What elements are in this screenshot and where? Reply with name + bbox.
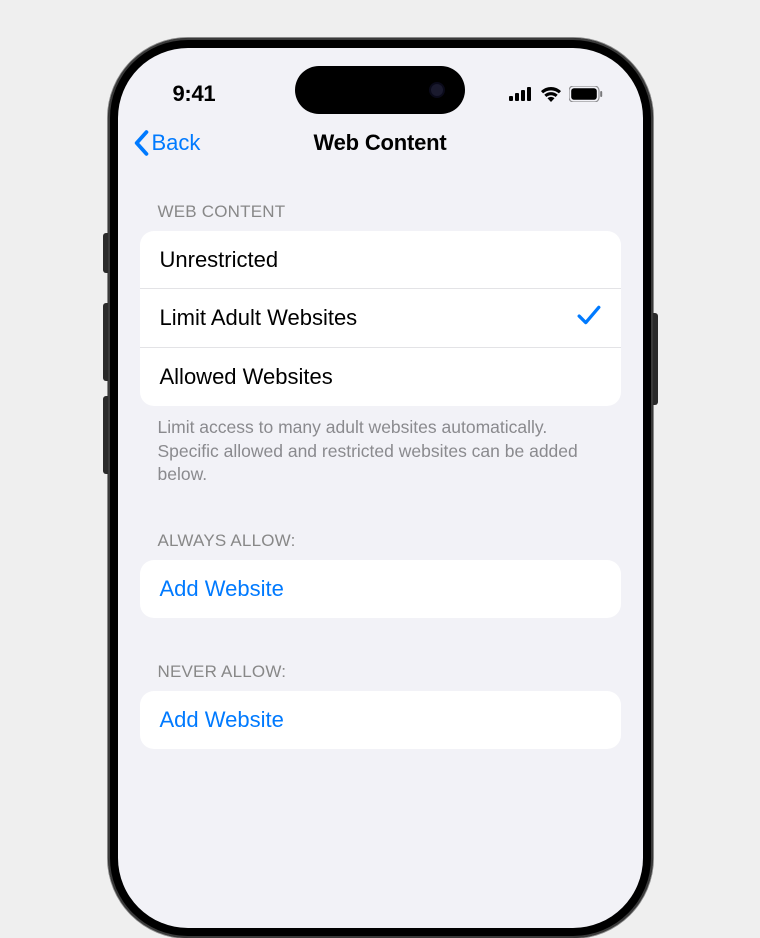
front-camera [429, 82, 445, 98]
nav-bar: Back Web Content [118, 116, 643, 170]
screen: 9:41 Back Web Content Web Content [118, 48, 643, 928]
wifi-icon [540, 86, 562, 102]
option-label: Allowed Websites [160, 364, 333, 390]
iphone-frame: 9:41 Back Web Content Web Content [108, 38, 653, 938]
section-footer-web-content: Limit access to many adult websites auto… [140, 406, 621, 487]
add-website-label: Add Website [160, 576, 284, 602]
option-limit-adult[interactable]: Limit Adult Websites [140, 289, 621, 348]
never-allow-list: Add Website [140, 691, 621, 749]
back-label: Back [152, 130, 201, 156]
add-website-never-allow[interactable]: Add Website [140, 691, 621, 749]
section-header-never-allow: Never Allow: [140, 652, 621, 691]
option-unrestricted[interactable]: Unrestricted [140, 231, 621, 289]
option-allowed-websites[interactable]: Allowed Websites [140, 348, 621, 406]
content-area: Web Content Unrestricted Limit Adult Web… [118, 170, 643, 749]
page-title: Web Content [313, 130, 446, 156]
option-label: Limit Adult Websites [160, 305, 358, 331]
status-icons [509, 86, 603, 102]
chevron-left-icon [132, 130, 150, 156]
section-header-web-content: Web Content [140, 192, 621, 231]
cellular-icon [509, 87, 533, 101]
always-allow-list: Add Website [140, 560, 621, 618]
dynamic-island [295, 66, 465, 114]
battery-icon [569, 86, 603, 102]
web-content-options: Unrestricted Limit Adult Websites Allowe… [140, 231, 621, 406]
checkmark-icon [577, 304, 601, 332]
status-time: 9:41 [173, 81, 216, 107]
section-header-always-allow: Always Allow: [140, 521, 621, 560]
option-label: Unrestricted [160, 247, 279, 273]
add-website-label: Add Website [160, 707, 284, 733]
back-button[interactable]: Back [132, 130, 201, 156]
add-website-always-allow[interactable]: Add Website [140, 560, 621, 618]
